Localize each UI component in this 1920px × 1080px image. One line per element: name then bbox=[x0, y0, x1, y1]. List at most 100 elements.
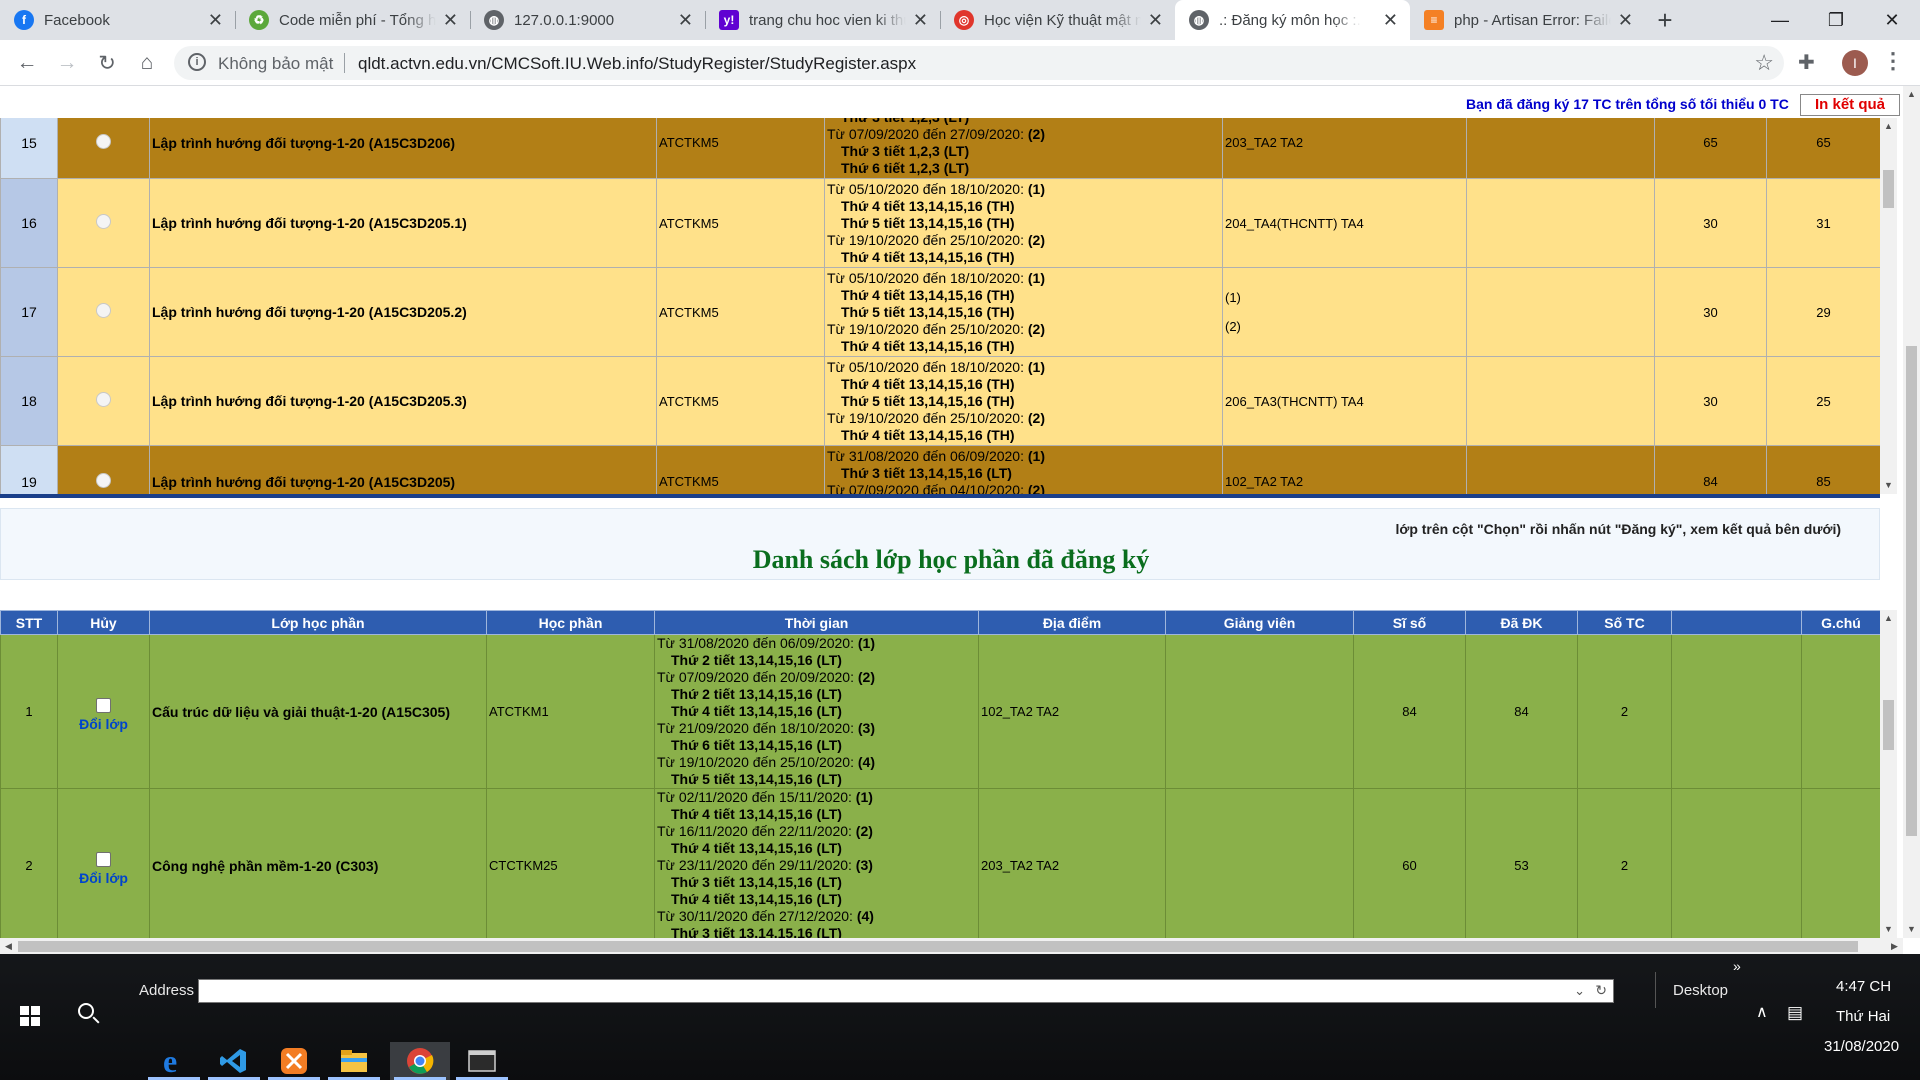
cancel-checkbox[interactable] bbox=[96, 697, 111, 713]
scroll-left-arrow-icon[interactable]: ◀ bbox=[0, 938, 17, 954]
address-toolbar-input[interactable]: ⌄ ↻ bbox=[198, 979, 1614, 1003]
xampp-icon[interactable] bbox=[264, 1042, 324, 1080]
info-icon[interactable]: i bbox=[188, 53, 206, 71]
horizontal-scrollbar[interactable]: ◀ ▶ bbox=[0, 938, 1903, 954]
range-index: (1) bbox=[1027, 180, 1045, 197]
opera-icon: ◎ bbox=[954, 10, 974, 30]
scroll-down-arrow-icon[interactable]: ▼ bbox=[1880, 921, 1897, 938]
close-icon[interactable]: ✕ bbox=[1618, 10, 1633, 30]
windows-start-icon[interactable] bbox=[20, 1006, 40, 1026]
select-radio[interactable] bbox=[96, 214, 111, 229]
kebab-menu-icon[interactable]: ⋮ bbox=[1882, 48, 1904, 74]
close-icon[interactable]: ✕ bbox=[208, 10, 223, 30]
file-explorer-icon[interactable] bbox=[324, 1042, 384, 1080]
column-header-giang-vien: Giảng viên bbox=[1165, 610, 1354, 635]
search-icon[interactable] bbox=[78, 1003, 94, 1019]
lecturer bbox=[1466, 356, 1655, 446]
select-radio[interactable] bbox=[96, 392, 111, 407]
tab-artisan-error[interactable]: ≡ php - Artisan Error: Failed ✕ bbox=[1410, 0, 1645, 40]
close-icon[interactable]: ✕ bbox=[678, 10, 693, 30]
table-row[interactable]: 2 Đổi lớp Công nghệ phần mềm-1-20 (C303) CT… bbox=[0, 788, 1880, 938]
registered-classes-pane[interactable]: STT Hủy Lớp học phần Học phần Thời gian … bbox=[0, 610, 1880, 938]
close-icon[interactable]: ✕ bbox=[1148, 10, 1163, 30]
scroll-up-arrow-icon[interactable]: ▲ bbox=[1880, 610, 1897, 627]
period-line: Thứ 2 tiết 13,14,15,16 (LT) bbox=[657, 686, 978, 703]
cancel-checkbox[interactable] bbox=[96, 851, 111, 867]
range-index: (3) bbox=[857, 720, 875, 736]
minimize-button[interactable]: — bbox=[1752, 0, 1808, 40]
terminal-icon[interactable] bbox=[452, 1042, 512, 1080]
chrome-icon[interactable] bbox=[390, 1042, 450, 1080]
table-row[interactable]: 1 Đổi lớp Cấu trúc dữ liệu và giải thuật-1… bbox=[0, 634, 1880, 789]
scrollbar-thumb[interactable] bbox=[1906, 346, 1917, 836]
change-class-link[interactable]: Đổi lớp bbox=[59, 870, 149, 886]
change-class-link[interactable]: Đổi lớp bbox=[59, 716, 149, 732]
date-range: Từ 16/11/2020 đến 22/11/2020: (2) bbox=[657, 823, 978, 840]
print-results-button[interactable]: In kết quả bbox=[1800, 94, 1900, 116]
close-icon[interactable]: ✕ bbox=[1383, 10, 1398, 30]
table-row[interactable]: 19 Lập trình hướng đối tượng-1-20 (A15C3D… bbox=[0, 445, 1880, 496]
chevron-up-icon[interactable]: ∧ bbox=[1756, 1002, 1768, 1022]
date-range-text: Từ 30/11/2020 đến 27/12/2020: bbox=[657, 908, 853, 924]
url-text[interactable]: qldt.actvn.edu.vn/CMCSoft.IU.Web.info/St… bbox=[358, 54, 916, 74]
table-row[interactable]: 18 Lập trình hướng đối tượng-1-20 (A15C3D… bbox=[0, 356, 1880, 446]
table-row[interactable]: 17 Lập trình hướng đối tượng-1-20 (A15C3D… bbox=[0, 267, 1880, 357]
tab-facebook[interactable]: f Facebook ✕ bbox=[0, 0, 235, 40]
room-line: 204_TA4(THCNTT) TA4 bbox=[1225, 215, 1364, 231]
close-icon[interactable]: ✕ bbox=[913, 10, 928, 30]
available-classes-pane[interactable]: 15 Lập trình hướng đối tượng-1-20 (A15C3D… bbox=[0, 118, 1880, 496]
scrollbar-thumb[interactable] bbox=[18, 941, 1858, 952]
close-window-button[interactable]: ✕ bbox=[1864, 0, 1920, 40]
range-index: (2) bbox=[857, 669, 875, 685]
new-tab-button[interactable]: + bbox=[1645, 0, 1685, 40]
bookmark-star-icon[interactable]: ☆ bbox=[1754, 50, 1774, 76]
clock-date[interactable]: 31/08/2020 bbox=[1824, 1038, 1899, 1055]
clock-day[interactable]: Thứ Hai bbox=[1836, 1008, 1890, 1025]
refresh-icon[interactable]: ↻ bbox=[1595, 982, 1607, 999]
available-scrollbar[interactable]: ▲ ▼ bbox=[1880, 118, 1897, 494]
extensions-puzzle-icon[interactable]: ✚ bbox=[1798, 50, 1815, 75]
table-row[interactable]: 16 Lập trình hướng đối tượng-1-20 (A15C3D… bbox=[0, 178, 1880, 268]
desktop-toolbar-label[interactable]: Desktop bbox=[1673, 982, 1728, 999]
profile-avatar[interactable]: I bbox=[1842, 50, 1868, 76]
forward-arrow-icon[interactable]: → bbox=[52, 48, 82, 78]
tab-yahoo[interactable]: y! trang chu hoc vien ki thuat ✕ bbox=[705, 0, 940, 40]
edge-icon[interactable]: e bbox=[144, 1042, 204, 1080]
scrollbar-thumb[interactable] bbox=[1883, 700, 1894, 750]
tab-dang-ky-mon-hoc[interactable]: ◍ .: Đăng ký môn học :. ✕ bbox=[1175, 0, 1410, 40]
close-icon[interactable]: ✕ bbox=[443, 10, 458, 30]
notes-icon[interactable]: ▤ bbox=[1787, 1003, 1803, 1023]
select-radio[interactable] bbox=[96, 472, 111, 488]
select-radio[interactable] bbox=[96, 303, 111, 318]
double-chevron-icon[interactable]: » bbox=[1733, 958, 1741, 974]
range-index: (2) bbox=[1027, 320, 1045, 337]
registered-scrollbar[interactable]: ▲ ▼ bbox=[1880, 610, 1897, 938]
reload-icon[interactable]: ↻ bbox=[92, 48, 122, 78]
tab-hoc-vien[interactable]: ◎ Học viện Kỹ thuật mật mã ✕ bbox=[940, 0, 1175, 40]
select-radio[interactable] bbox=[96, 133, 111, 149]
back-arrow-icon[interactable]: ← bbox=[12, 48, 42, 78]
column-header-ghi-chu: G.chú bbox=[1801, 610, 1880, 635]
date-range-text: Từ 05/10/2020 đến 18/10/2020: bbox=[827, 358, 1024, 375]
clock-time[interactable]: 4:47 CH bbox=[1836, 978, 1891, 995]
scroll-down-arrow-icon[interactable]: ▼ bbox=[1880, 477, 1897, 494]
scroll-up-arrow-icon[interactable]: ▲ bbox=[1903, 86, 1920, 103]
tab-code-mien-phi[interactable]: ♻ Code miễn phí - Tổng hợp ✕ bbox=[235, 0, 470, 40]
schedule: Từ 05/10/2020 đến 18/10/2020: (1) Thứ 4 t… bbox=[824, 356, 1223, 446]
vscode-icon[interactable] bbox=[204, 1042, 264, 1080]
security-label[interactable]: Không bảo mật bbox=[218, 54, 333, 74]
stackoverflow-icon: ≡ bbox=[1424, 10, 1444, 30]
home-icon[interactable]: ⌂ bbox=[132, 48, 162, 78]
scrollbar-thumb[interactable] bbox=[1883, 170, 1894, 208]
scroll-up-arrow-icon[interactable]: ▲ bbox=[1880, 118, 1897, 135]
table-row[interactable]: 15 Lập trình hướng đối tượng-1-20 (A15C3D… bbox=[0, 118, 1880, 179]
address-bar[interactable]: i Không bảo mật qldt.actvn.edu.vn/CMCSof… bbox=[174, 46, 1784, 80]
scroll-down-arrow-icon[interactable]: ▼ bbox=[1903, 921, 1920, 938]
tab-localhost[interactable]: ◍ 127.0.0.1:9000 ✕ bbox=[470, 0, 705, 40]
page-scrollbar[interactable]: ▲ ▼ bbox=[1903, 86, 1920, 938]
scroll-right-arrow-icon[interactable]: ▶ bbox=[1886, 938, 1903, 954]
range-index: (2) bbox=[1027, 231, 1045, 248]
row-number: 19 bbox=[0, 445, 58, 496]
chevron-down-icon[interactable]: ⌄ bbox=[1574, 983, 1585, 999]
maximize-button[interactable]: ❐ bbox=[1808, 0, 1864, 40]
